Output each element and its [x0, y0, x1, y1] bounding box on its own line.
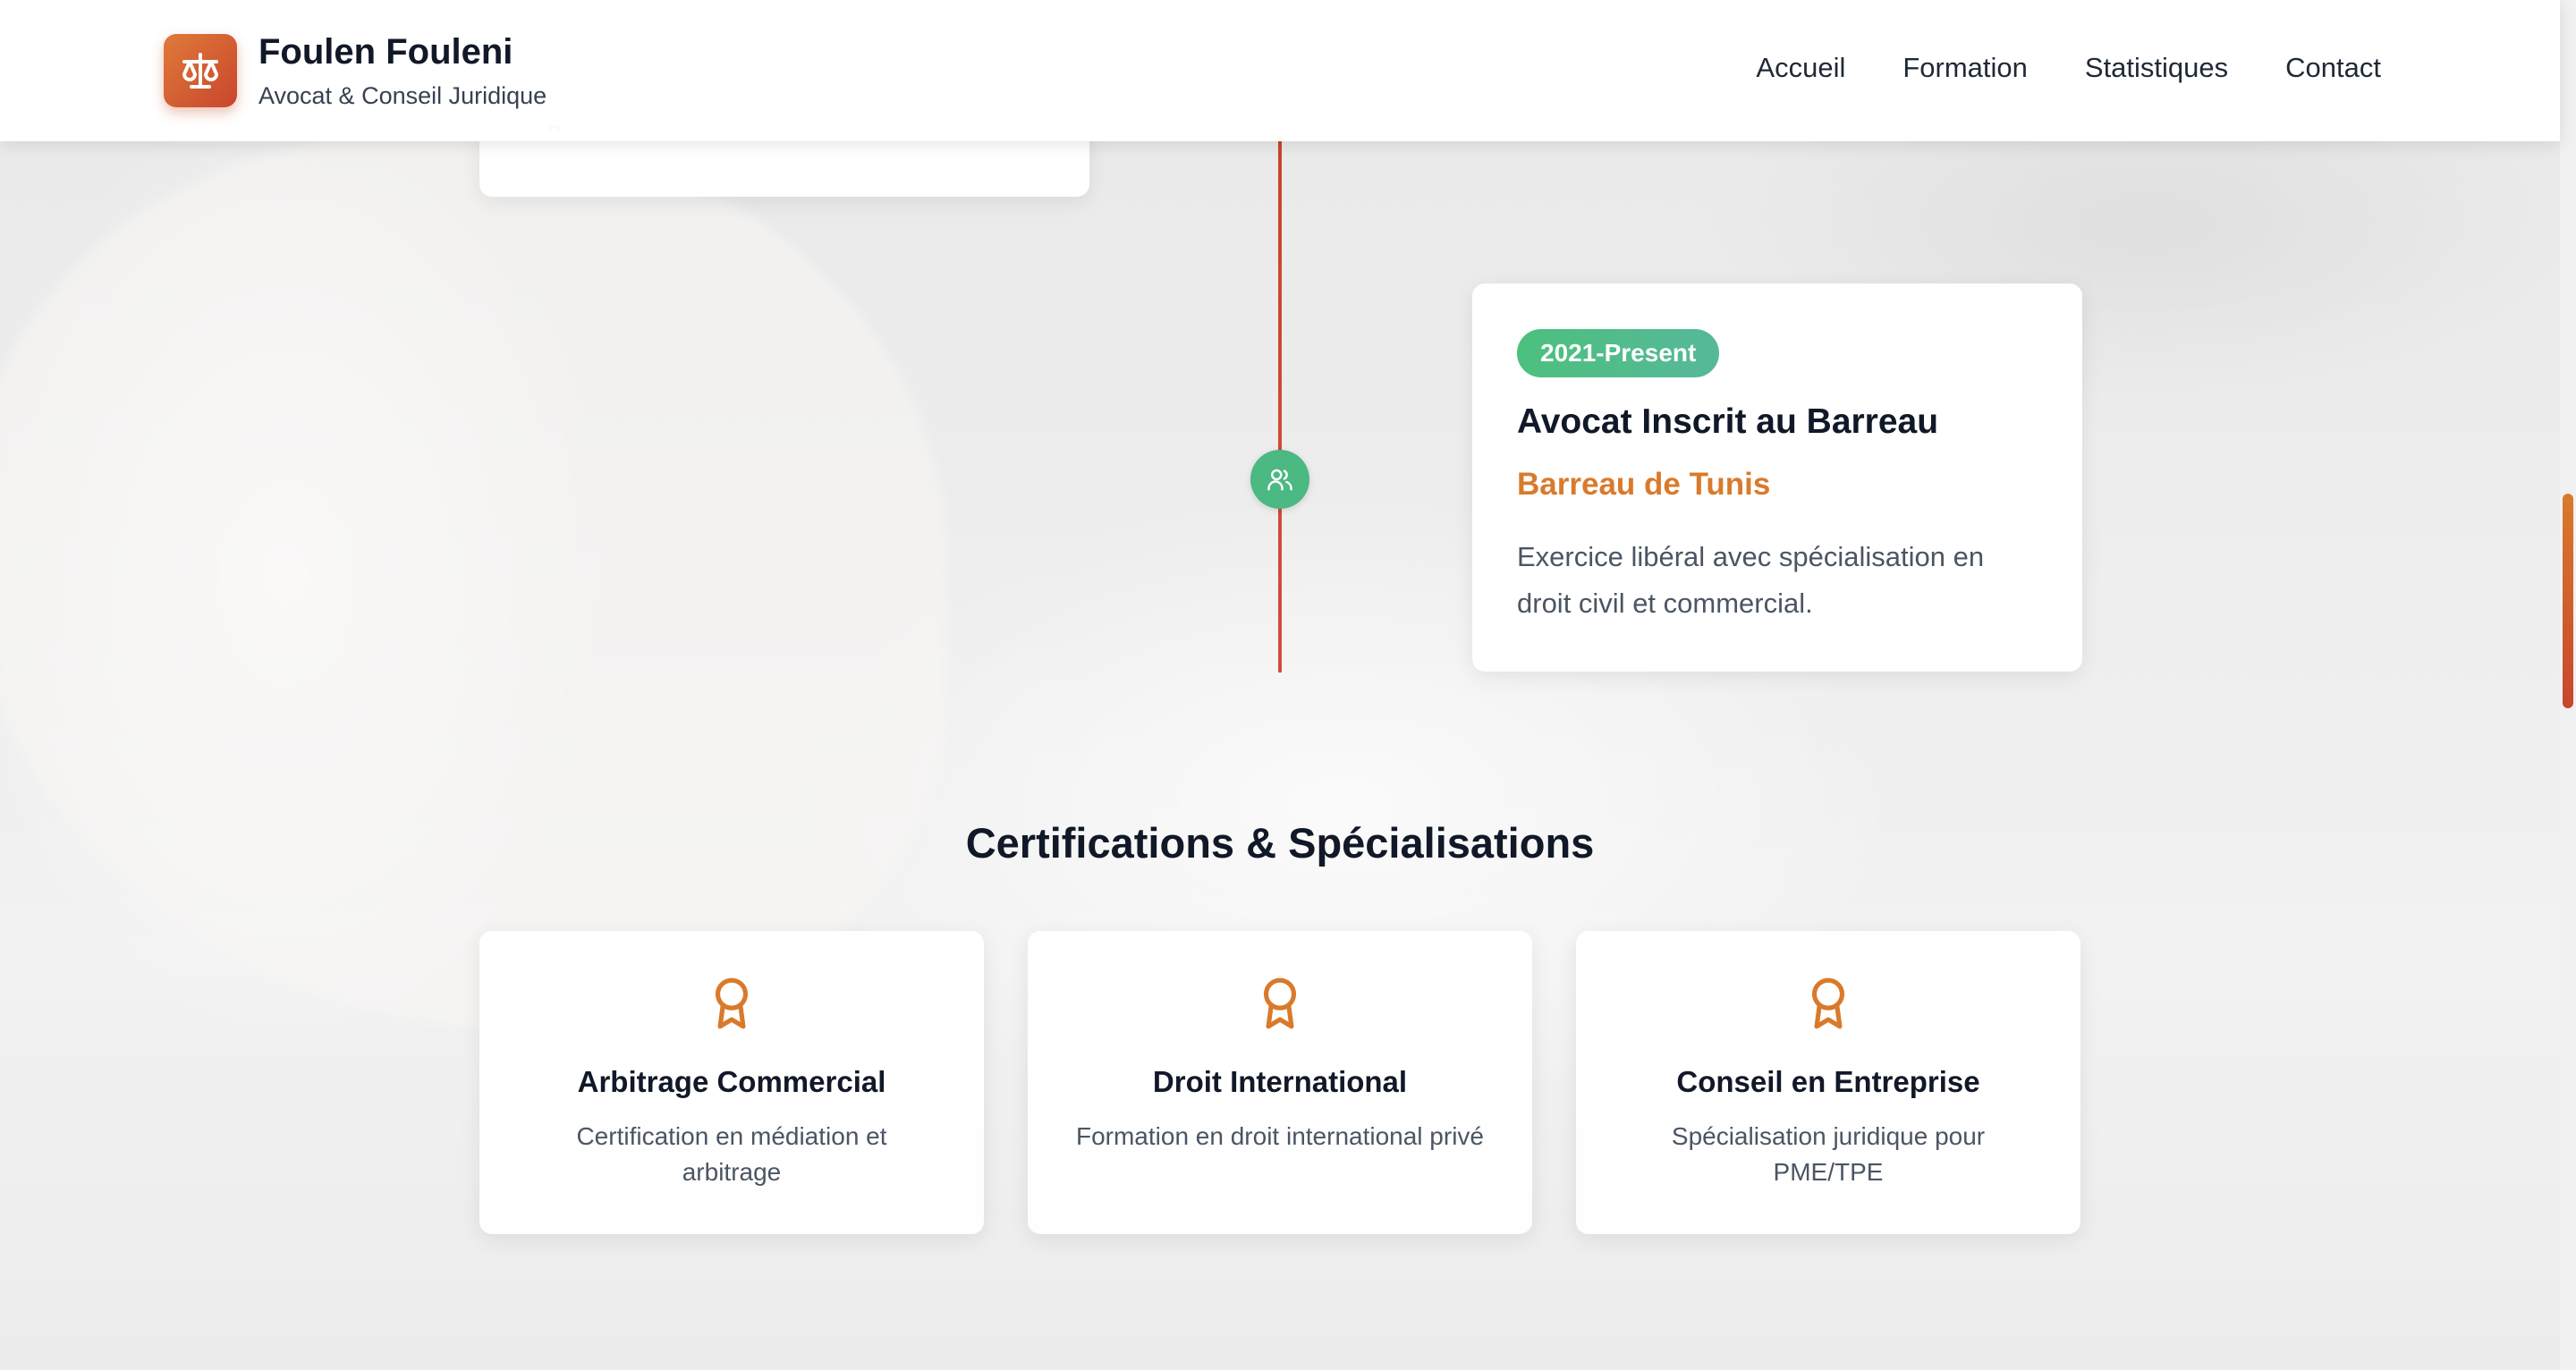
brand-name[interactable]: Foulen Fouleni: [258, 32, 513, 72]
logo[interactable]: [164, 34, 237, 107]
experience-organization: Barreau de Tunis: [1517, 467, 1771, 502]
background-hand-shape: [0, 134, 948, 1028]
users-icon: [1267, 469, 1292, 491]
brand-subtitle: Avocat & Conseil Juridique: [258, 82, 547, 109]
award-icon: [1263, 977, 1297, 1029]
timeline-marker: [1250, 450, 1309, 509]
main-nav: Accueil Formation Statistiques Contact: [1756, 52, 2381, 84]
cert-card: Arbitrage Commercial Certification en mé…: [479, 931, 984, 1234]
cert-card: Droit International Formation en droit i…: [1028, 931, 1532, 1234]
nav-formation[interactable]: Formation: [1902, 52, 2028, 84]
site-header: Foulen Fouleni Avocat & Conseil Juridiqu…: [0, 0, 2560, 141]
page-scrollbar[interactable]: [2560, 0, 2576, 1370]
nav-statistiques[interactable]: Statistiques: [2085, 52, 2228, 84]
experience-title: Avocat Inscrit au Barreau: [1517, 402, 1939, 441]
cert-card: Conseil en Entreprise Spécialisation jur…: [1576, 931, 2080, 1234]
date-badge: 2021-Present: [1517, 329, 1720, 377]
award-icon: [715, 977, 749, 1029]
cert-title: Arbitrage Commercial: [577, 1065, 886, 1098]
award-icon: [1811, 977, 1845, 1029]
cert-description: Certification en médiation et arbitrage: [576, 1122, 887, 1186]
timeline-line: [1278, 134, 1282, 672]
cert-description: Formation en droit international privé: [1075, 1122, 1484, 1150]
section-title: Certifications & Spécialisations: [965, 819, 1595, 867]
timeline-card-current: 2021-Present Avocat Inscrit au Barreau B…: [1472, 283, 2082, 672]
scales-icon: [182, 53, 218, 89]
cert-title: Conseil en Entreprise: [1676, 1065, 1980, 1098]
nav-contact[interactable]: Contact: [2285, 52, 2381, 84]
experience-description: Exercice libéral avec spécialisation en …: [1517, 541, 1985, 619]
cert-description: Spécialisation juridique pour PME/TPE: [1671, 1122, 1986, 1186]
cert-title: Droit International: [1152, 1065, 1408, 1098]
nav-accueil[interactable]: Accueil: [1756, 52, 1845, 84]
scrollbar-thumb[interactable]: [2563, 494, 2573, 708]
